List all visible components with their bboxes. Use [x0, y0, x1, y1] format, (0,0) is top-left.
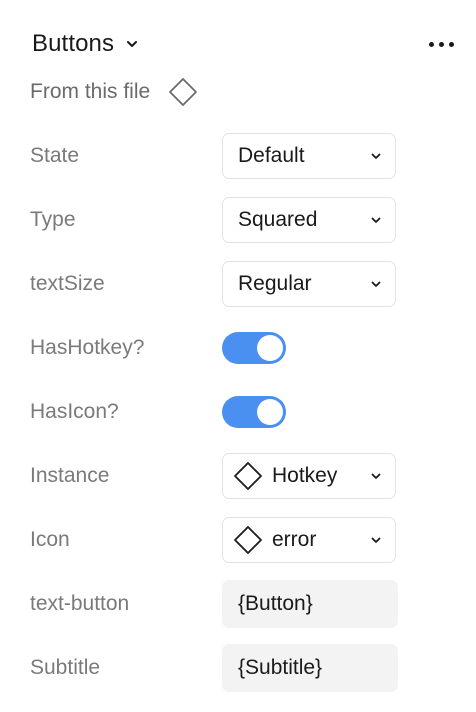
subtitle-field[interactable]: {Subtitle}: [222, 644, 398, 692]
chevron-down-icon: [371, 473, 381, 480]
property-row-instance: Instance Hotkey: [30, 452, 398, 500]
more-dot: [449, 41, 454, 47]
component-diamond-icon[interactable]: [168, 77, 198, 107]
text-button-field[interactable]: {Button}: [222, 580, 398, 628]
property-row-subtitle: Subtitle {Subtitle}: [30, 644, 398, 692]
toggle-knob: [257, 399, 283, 425]
property-label-hashotkey: HasHotkey?: [30, 336, 145, 359]
chevron-down-icon: [371, 537, 381, 544]
chevron-down-icon[interactable]: [126, 40, 138, 48]
icon-select-value: error: [272, 528, 317, 551]
property-label-type: Type: [30, 208, 76, 231]
property-row-hashotkey: HasHotkey?: [30, 324, 398, 372]
property-label-icon: Icon: [30, 528, 70, 551]
panel-header: Buttons: [32, 24, 456, 64]
property-row-textsize: textSize Regular: [30, 260, 398, 308]
textsize-select-value: Regular: [238, 272, 312, 295]
property-label-text-button: text-button: [30, 592, 130, 615]
property-row-text-button: text-button {Button}: [30, 580, 398, 628]
component-diamond-icon: [233, 525, 263, 555]
type-select-value: Squared: [238, 208, 318, 231]
property-row-hasicon: HasIcon?: [30, 388, 398, 436]
property-label-hasicon: HasIcon?: [30, 400, 119, 423]
toggle-knob: [257, 335, 283, 361]
state-select-value: Default: [238, 144, 305, 167]
property-label-textsize: textSize: [30, 272, 105, 295]
property-row-icon: Icon error: [30, 516, 398, 564]
chevron-down-icon: [371, 153, 381, 160]
property-label-state: State: [30, 144, 80, 167]
chevron-down-icon: [371, 281, 381, 288]
component-source: From this file: [30, 76, 198, 108]
panel-title: Buttons: [32, 30, 115, 57]
textsize-select[interactable]: Regular: [222, 261, 396, 307]
state-select[interactable]: Default: [222, 133, 396, 179]
icon-select[interactable]: error: [222, 517, 396, 563]
property-label-subtitle: Subtitle: [30, 656, 101, 679]
hashotkey-toggle[interactable]: [222, 332, 286, 364]
more-options-button[interactable]: [427, 36, 456, 53]
more-dot: [429, 41, 434, 47]
property-label-instance: Instance: [30, 464, 110, 487]
source-label: From this file: [30, 80, 151, 103]
component-diamond-icon: [233, 461, 263, 491]
type-select[interactable]: Squared: [222, 197, 396, 243]
instance-select[interactable]: Hotkey: [222, 453, 396, 499]
property-row-type: Type Squared: [30, 196, 398, 244]
chevron-down-icon: [371, 217, 381, 224]
instance-select-value: Hotkey: [272, 464, 338, 487]
more-dot: [439, 41, 444, 47]
hasicon-toggle[interactable]: [222, 396, 286, 428]
property-row-state: State Default: [30, 132, 398, 180]
